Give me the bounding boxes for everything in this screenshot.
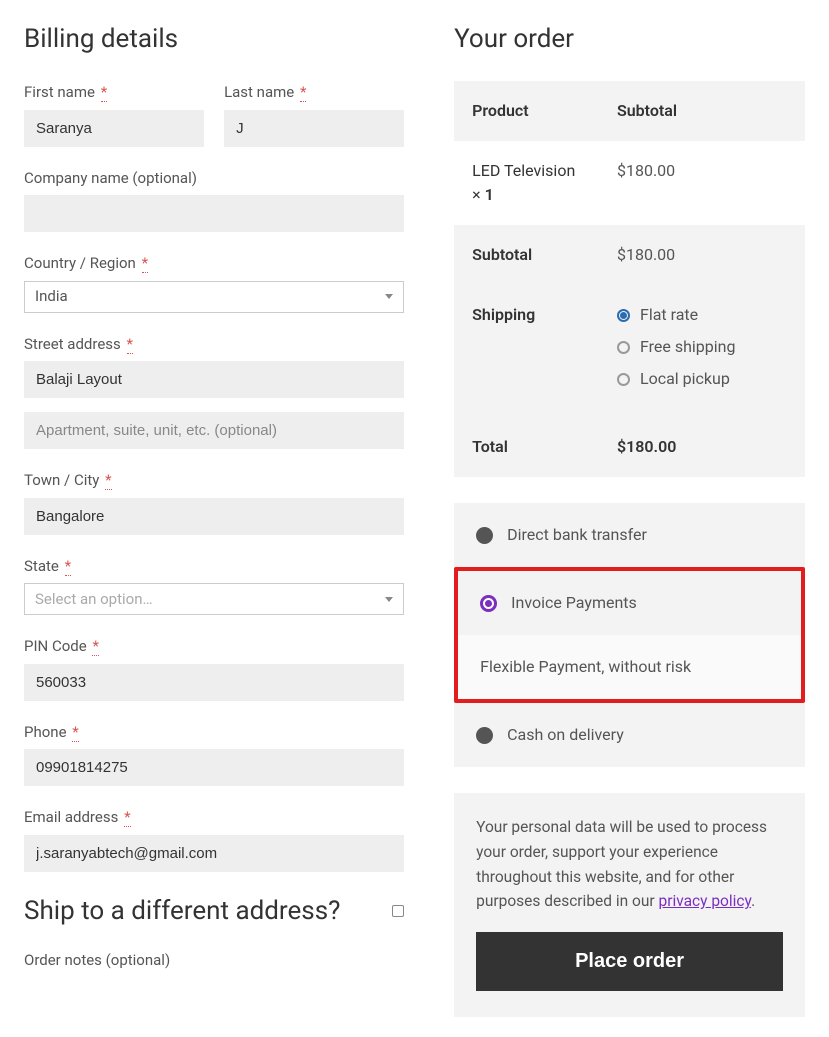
- order-item: LED Television × 1: [472, 159, 617, 207]
- shipping-flat-rate[interactable]: Flat rate: [617, 303, 787, 327]
- subtotal-value: $180.00: [617, 243, 787, 267]
- radio-selected-icon: [480, 595, 497, 612]
- privacy-section: Your personal data will be used to proce…: [454, 793, 805, 1017]
- ship-different-heading: Ship to a different address?: [24, 892, 340, 931]
- ship-different-checkbox[interactable]: [392, 905, 404, 917]
- product-header: Product: [472, 99, 617, 123]
- first-name-label: First name *: [24, 81, 204, 104]
- billing-heading: Billing details: [24, 20, 404, 59]
- subtotal-label: Subtotal: [472, 243, 617, 267]
- last-name-label: Last name *: [224, 81, 404, 104]
- subtotal-header: Subtotal: [617, 99, 787, 123]
- country-select[interactable]: India: [24, 281, 404, 313]
- company-label: Company name (optional): [24, 167, 404, 190]
- total-label: Total: [472, 435, 617, 459]
- chevron-down-icon: [385, 597, 393, 602]
- order-heading: Your order: [454, 20, 805, 59]
- email-label: Email address *: [24, 806, 404, 829]
- country-label: Country / Region *: [24, 252, 404, 275]
- privacy-policy-link[interactable]: privacy policy: [659, 892, 752, 910]
- total-value: $180.00: [617, 435, 787, 459]
- email-input[interactable]: [24, 835, 404, 872]
- payment-direct-bank[interactable]: Direct bank transfer: [454, 503, 805, 567]
- shipping-free[interactable]: Free shipping: [617, 335, 787, 359]
- state-label: State *: [24, 555, 404, 578]
- radio-empty-icon: [617, 373, 630, 386]
- pin-input[interactable]: [24, 664, 404, 701]
- payment-invoice-description: Flexible Payment, without risk: [458, 635, 801, 699]
- place-order-button[interactable]: Place order: [476, 932, 783, 991]
- radio-unselected-icon: [476, 527, 493, 544]
- chevron-down-icon: [385, 294, 393, 299]
- last-name-input[interactable]: [224, 110, 404, 147]
- payment-invoice[interactable]: Invoice Payments: [458, 571, 801, 635]
- shipping-local-pickup[interactable]: Local pickup: [617, 367, 787, 391]
- radio-unselected-icon: [476, 727, 493, 744]
- radio-empty-icon: [617, 341, 630, 354]
- phone-label: Phone *: [24, 721, 404, 744]
- first-name-input[interactable]: [24, 110, 204, 147]
- street-input[interactable]: [24, 361, 404, 398]
- payment-cod[interactable]: Cash on delivery: [454, 703, 805, 767]
- highlight-box: Invoice Payments Flexible Payment, witho…: [454, 567, 805, 703]
- pin-label: PIN Code *: [24, 635, 404, 658]
- state-select[interactable]: Select an option…: [24, 583, 404, 615]
- privacy-text: Your personal data will be used to proce…: [476, 815, 783, 914]
- street-label: Street address *: [24, 333, 404, 356]
- city-label: Town / City *: [24, 469, 404, 492]
- order-item-price: $180.00: [617, 159, 787, 207]
- phone-input[interactable]: [24, 749, 404, 786]
- company-input[interactable]: [24, 195, 404, 232]
- city-input[interactable]: [24, 498, 404, 535]
- order-notes-label: Order notes (optional): [24, 949, 404, 972]
- street2-input[interactable]: [24, 412, 404, 449]
- order-table: Product Subtotal LED Television × 1 $180…: [454, 81, 805, 477]
- billing-details-section: Billing details First name * Last name *…: [24, 20, 404, 1017]
- radio-selected-icon: [617, 309, 630, 322]
- payment-methods: Direct bank transfer Invoice Payments Fl…: [454, 503, 805, 767]
- order-section: Your order Product Subtotal LED Televisi…: [454, 20, 805, 1017]
- shipping-label: Shipping: [472, 303, 617, 399]
